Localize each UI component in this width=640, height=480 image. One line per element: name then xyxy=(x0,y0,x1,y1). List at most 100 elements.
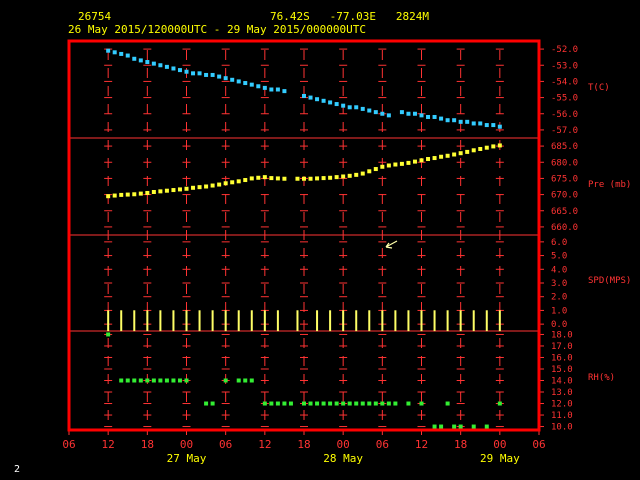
y-tick-label: -57.0 xyxy=(551,126,578,136)
y-tick-label: -54.0 xyxy=(551,77,578,87)
wind-bar xyxy=(368,310,371,332)
data-point xyxy=(256,84,261,89)
data-point xyxy=(373,110,378,115)
data-point xyxy=(223,76,228,81)
wind-bar xyxy=(185,310,188,332)
data-point xyxy=(484,145,489,150)
data-point xyxy=(399,110,404,115)
frame-number: 2 xyxy=(14,464,21,475)
data-point xyxy=(484,424,489,429)
data-point xyxy=(171,66,176,71)
data-point xyxy=(458,151,463,156)
data-point xyxy=(177,68,182,73)
wind-bar xyxy=(498,310,501,332)
y-tick-label: 17.0 xyxy=(551,342,573,352)
data-point xyxy=(439,424,444,429)
data-point xyxy=(354,401,359,406)
x-tick-label: 06 xyxy=(62,438,75,451)
data-point xyxy=(164,378,169,383)
data-point xyxy=(367,108,372,113)
data-point xyxy=(328,401,333,406)
data-point xyxy=(217,182,222,187)
panel-ylabel: T(C) xyxy=(588,83,610,93)
data-point xyxy=(204,401,209,406)
data-point xyxy=(373,167,378,172)
data-point xyxy=(204,72,209,77)
data-point xyxy=(282,176,287,181)
y-tick-label: 675.0 xyxy=(551,174,578,184)
data-point xyxy=(125,192,130,197)
data-point xyxy=(354,172,359,177)
data-point xyxy=(315,401,320,406)
data-point xyxy=(452,118,457,123)
data-point xyxy=(171,378,176,383)
wind-bar xyxy=(316,310,319,332)
data-point xyxy=(419,401,424,406)
data-point xyxy=(184,69,189,74)
x-tick-label: 18 xyxy=(454,438,467,451)
data-point xyxy=(341,174,346,179)
y-tick-label: 14.0 xyxy=(551,377,573,387)
data-point xyxy=(393,162,398,167)
data-point xyxy=(177,187,182,192)
x-tick-label: 18 xyxy=(141,438,154,451)
data-point xyxy=(419,158,424,163)
x-tick-label: 00 xyxy=(180,438,193,451)
data-point xyxy=(217,74,222,79)
data-point xyxy=(426,157,431,162)
data-point xyxy=(452,424,457,429)
data-point xyxy=(164,64,169,69)
data-point xyxy=(452,152,457,157)
panel-ylabel: Pre (mb) xyxy=(588,180,631,190)
data-point xyxy=(360,106,365,111)
x-tick-label: 06 xyxy=(376,438,389,451)
y-tick-label: -55.0 xyxy=(551,94,578,104)
data-point xyxy=(243,81,248,86)
data-point xyxy=(471,424,476,429)
y-tick-label: 15.0 xyxy=(551,365,573,375)
data-point xyxy=(275,87,280,92)
data-point xyxy=(406,401,411,406)
data-point xyxy=(386,113,391,118)
data-point xyxy=(367,169,372,174)
data-point xyxy=(106,194,111,199)
data-point xyxy=(125,53,130,58)
data-point xyxy=(119,51,124,56)
grid-layer xyxy=(69,48,539,428)
data-point xyxy=(158,378,163,383)
data-point xyxy=(380,164,385,169)
data-point xyxy=(497,143,502,148)
data-point xyxy=(132,378,137,383)
wind-bar xyxy=(211,310,214,332)
wind-bar xyxy=(250,310,253,332)
data-point xyxy=(445,401,450,406)
data-point xyxy=(308,176,313,181)
wind-bar xyxy=(296,310,299,332)
data-point xyxy=(262,401,267,406)
data-point xyxy=(458,424,463,429)
data-point xyxy=(347,401,352,406)
data-point xyxy=(360,401,365,406)
wind-bar xyxy=(420,310,423,332)
data-point xyxy=(210,183,215,188)
data-point xyxy=(334,175,339,180)
data-point xyxy=(406,111,411,116)
data-point xyxy=(347,173,352,178)
data-point xyxy=(138,58,143,63)
data-point xyxy=(315,97,320,102)
y-tick-label: -52.0 xyxy=(551,45,578,55)
x-tick-label: 18 xyxy=(297,438,310,451)
y-tick-label: -53.0 xyxy=(551,61,578,71)
data-point xyxy=(151,189,156,194)
data-point xyxy=(341,401,346,406)
panel-ylabel: RH(%) xyxy=(588,373,615,383)
data-point xyxy=(151,378,156,383)
data-point xyxy=(471,148,476,153)
data-point xyxy=(223,181,228,186)
data-point xyxy=(302,93,306,98)
data-point xyxy=(373,401,378,406)
data-point xyxy=(399,161,404,166)
y-tick-label: 12.0 xyxy=(551,400,573,410)
wind-bar xyxy=(342,310,345,332)
wind-bar xyxy=(224,310,227,332)
